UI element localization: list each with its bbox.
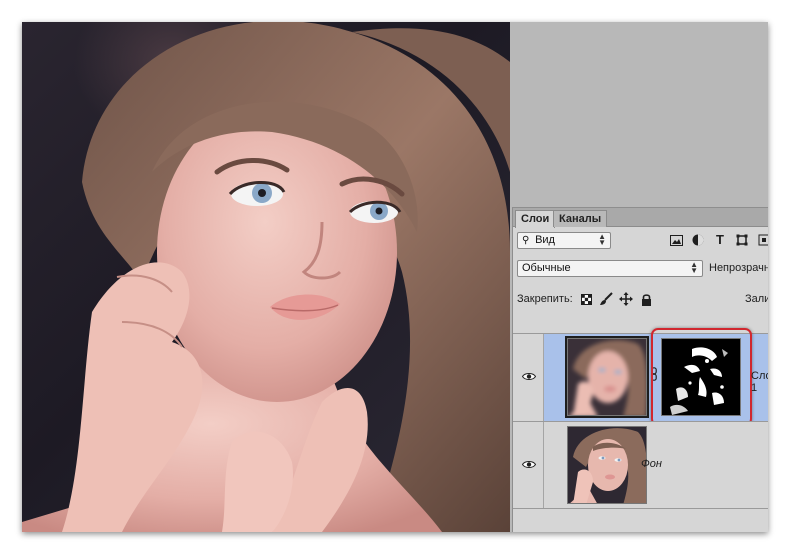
search-icon: ⚲: [522, 235, 530, 246]
image-filter-icon[interactable]: [669, 233, 683, 247]
type-filter-icon[interactable]: T: [713, 232, 727, 247]
layer-divider: [513, 508, 768, 509]
fill-label: Зали: [745, 293, 768, 305]
eye-icon[interactable]: [522, 460, 536, 469]
panel-tab-bar: Слои Каналы: [513, 208, 768, 228]
layer-thumbnail[interactable]: [567, 426, 647, 504]
blend-mode-select[interactable]: Обычные ▲ ▼: [517, 260, 703, 277]
visibility-column: [513, 334, 544, 421]
layer-thumbnail[interactable]: [565, 336, 649, 418]
tab-layers[interactable]: Слои: [515, 210, 556, 228]
lock-all-icon[interactable]: [639, 292, 653, 306]
layers-panel: Слои Каналы ⚲ Вид ▲ ▼ T Обычные ▲ ▼ Непроз…: [512, 207, 768, 532]
layers-list: Слой 1: [513, 328, 768, 532]
blend-mode-value: Обычные: [522, 262, 571, 274]
chevron-up-down-icon: ▲ ▼: [598, 232, 606, 247]
chevron-up-down-icon: ▲ ▼: [690, 260, 698, 275]
mask-highlight-outline: [651, 328, 752, 426]
lock-position-icon[interactable]: [619, 292, 633, 306]
layer-name[interactable]: Слой 1: [751, 370, 768, 394]
smart-object-filter-icon[interactable]: [757, 233, 768, 247]
lock-label: Закрепить:: [517, 293, 573, 305]
eye-icon[interactable]: [522, 372, 536, 381]
tab-channels[interactable]: Каналы: [553, 210, 608, 227]
opacity-label: Непрозрачно: [709, 262, 768, 274]
lock-transparent-pixels-icon[interactable]: [579, 292, 593, 306]
layer-filter-select[interactable]: ⚲ Вид ▲ ▼: [517, 232, 611, 249]
layer-row-background[interactable]: Фон: [513, 422, 768, 508]
portrait-photo: [22, 22, 510, 532]
screenshot-frame: Слои Каналы ⚲ Вид ▲ ▼ T Обычные ▲ ▼ Непроз…: [22, 22, 768, 532]
adjustment-filter-icon[interactable]: [691, 233, 705, 247]
shape-filter-icon[interactable]: [735, 233, 749, 247]
lock-image-pixels-icon[interactable]: [599, 292, 613, 306]
visibility-column: [513, 422, 544, 508]
layer-row-layer-1[interactable]: Слой 1: [513, 328, 768, 426]
document-canvas[interactable]: [22, 22, 510, 532]
layer-filter-value: Вид: [535, 234, 555, 246]
layer-name[interactable]: Фон: [641, 458, 662, 470]
